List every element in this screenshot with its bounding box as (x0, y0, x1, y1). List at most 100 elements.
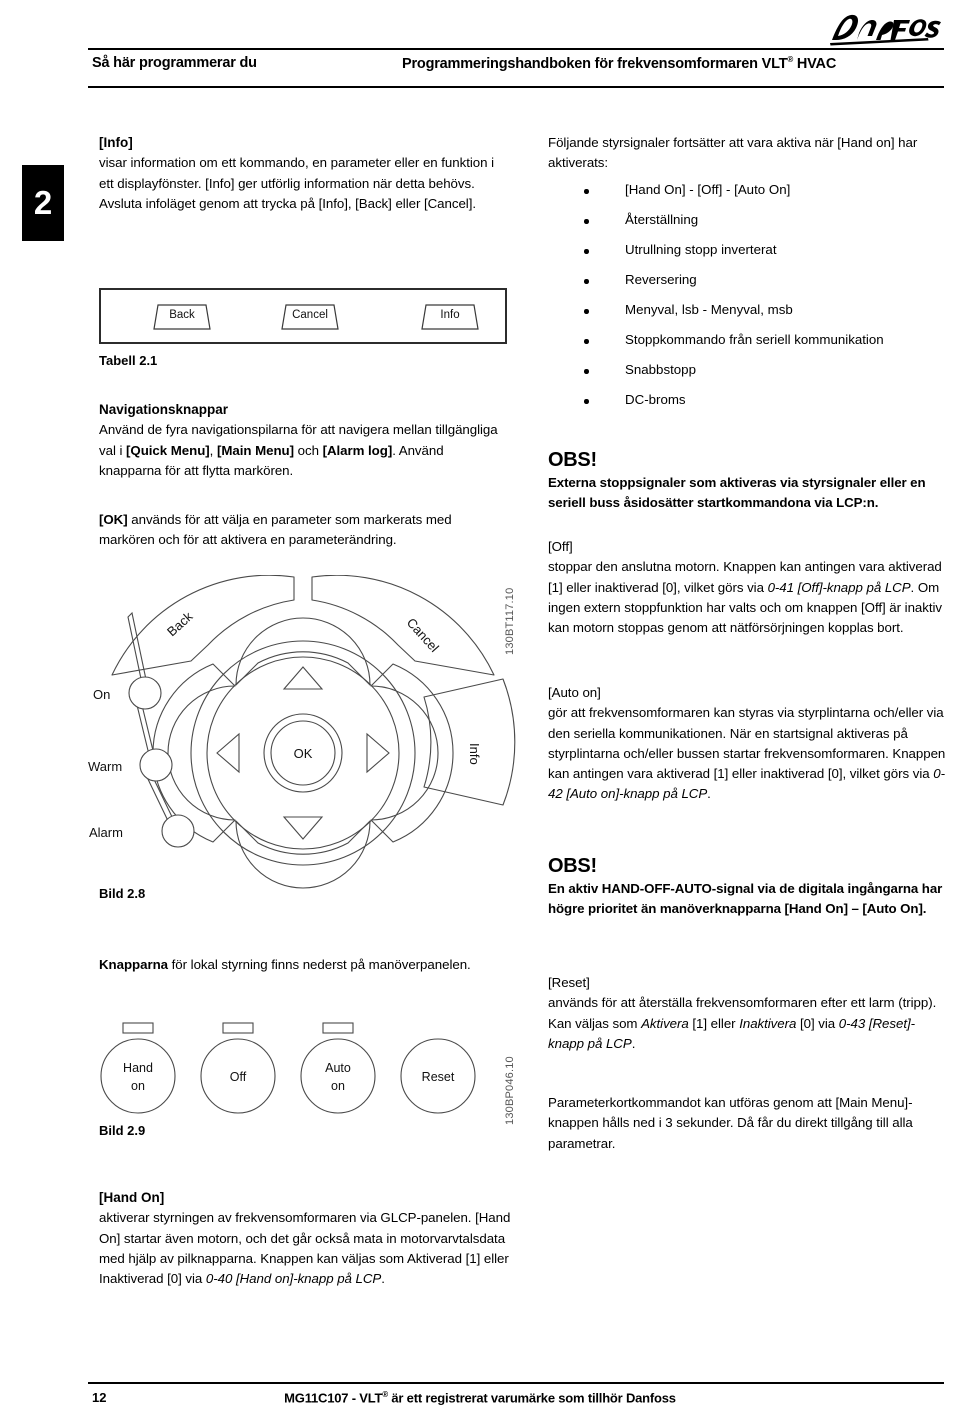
auto-on-paragraph: gör att frekvensomformaren kan styras vi… (548, 703, 948, 804)
led-warm-label: Warm (88, 759, 122, 774)
led-alarm-label: Alarm (89, 825, 123, 840)
page-header: Så här programmerar du Programmeringshan… (0, 0, 960, 100)
list-item-label: Snabbstopp (625, 362, 696, 377)
keycap-back: Back (151, 301, 213, 333)
bullet-dot-icon (584, 249, 589, 254)
figure-id-local-keys: 130BP046.10 (504, 1056, 516, 1125)
wheel-info-label: Info (467, 743, 482, 765)
list-item-label: [Hand On] - [Off] - [Auto On] (625, 182, 791, 197)
bullet-dot-icon (584, 369, 589, 374)
list-item: DC-broms (548, 390, 948, 420)
hand-on-param-ref: 0-40 [Hand on]-knapp på LCP (205, 1271, 382, 1287)
main-menu-ref: [Main Menu] (216, 442, 294, 458)
led-rect-auto-on (322, 1022, 354, 1034)
auto-para-b: . (707, 786, 711, 802)
list-item: Reversering (548, 270, 948, 300)
reset-paragraph: används för att återställa frekvensomfor… (548, 993, 948, 1054)
header-center-title: Programmeringshandboken för frekvensomfo… (402, 55, 836, 72)
wheel-cancel-key (311, 575, 495, 676)
wheel-cancel-label: Cancel (404, 615, 442, 655)
keycap-cancel-label: Cancel (292, 309, 328, 321)
wheel-back-label: Back (164, 608, 196, 639)
obs-title-1: OBS! (548, 449, 597, 471)
led-on-label: On (93, 687, 110, 702)
nav-buttons-paragraph: Använd de fyra navigationspilarna för at… (99, 420, 509, 481)
header-center-title-main: Programmeringshandboken för frekvensomfo… (402, 55, 788, 72)
key-label-hand-on-line1: Hand (123, 1061, 153, 1075)
alarm-log-ref: [Alarm log] (322, 442, 393, 458)
header-rule-top (88, 48, 944, 50)
header-left-title: Så här programmerar du (92, 55, 257, 71)
led-rect-off (222, 1022, 254, 1034)
list-item: Menyval, lsb - Menyval, msb (548, 300, 948, 330)
arrow-up-icon (282, 666, 324, 690)
param-shortcut-paragraph: Parameterkortkommandot kan utföras genom… (548, 1095, 913, 1151)
chapter-tab: 2 (22, 165, 64, 241)
quick-menu-ref: [Quick Menu] (126, 442, 210, 458)
info-heading: [Info] (99, 135, 133, 150)
knapparna-bold: Knapparna (99, 957, 169, 972)
reset-mid-2: [0] via (796, 1015, 839, 1031)
bullet-dot-icon (584, 189, 589, 194)
bullet-dot-icon (584, 279, 589, 284)
key-circle-auto-on (300, 1038, 376, 1114)
key-label-auto-on-line1: Auto (325, 1061, 351, 1075)
key-circle-hand-on (100, 1038, 176, 1114)
list-item-label: Stoppkommando från seriell kommunikation (625, 332, 884, 347)
reset-heading: [Reset] (548, 975, 590, 990)
list-item-label: Menyval, lsb - Menyval, msb (625, 302, 793, 317)
local-control-keys-figure: Hand on Off Auto on Reset (95, 1020, 505, 1120)
ok-paragraph-rest: används för att välja en parameter som m… (99, 512, 452, 548)
footer-tail: är ett registrerat varumärke som tillhör… (387, 1390, 676, 1406)
hand-on-paragraph: aktiverar styrningen av frekvensomformar… (99, 1208, 519, 1289)
danfoss-logo (824, 6, 942, 50)
obs-body-1: Externa stoppsignaler som aktiveras via … (548, 475, 926, 511)
pad-right (370, 663, 454, 843)
info-paragraph-2: Avsluta infoläget genom att trycka på [I… (99, 195, 476, 211)
footer-rule (88, 1382, 944, 1384)
bullet-dot-icon (584, 399, 589, 404)
obs-body-2: En aktiv HAND-OFF-AUTO-signal via de dig… (548, 881, 943, 917)
obs-title-2: OBS! (548, 855, 597, 877)
keycap-illustration-box: Back Cancel Info (99, 288, 507, 344)
reset-aktivera: Aktivera (641, 1015, 689, 1031)
footer-trademark-note: MG11C107 - VLT® är ett registrerat varum… (0, 1390, 960, 1405)
footer-doc-code: MG11C107 - VLT (284, 1390, 383, 1406)
nav-buttons-heading: Navigationsknappar (99, 402, 229, 417)
wheel-ok-label: OK (294, 746, 313, 761)
off-param-ref: 0-41 [Off]-knapp på LCP (767, 579, 911, 595)
list-item: Stoppkommando från seriell kommunikation (548, 330, 948, 360)
reset-para-b: . (631, 1035, 636, 1051)
header-center-title-tail: HVAC (793, 55, 837, 72)
bullet-dot-icon (584, 309, 589, 314)
key-label-hand-on-line2: on (131, 1079, 145, 1093)
nav-och: och (293, 442, 323, 458)
led-rect-hand-on (122, 1022, 154, 1034)
list-item: Snabbstopp (548, 360, 948, 390)
keycap-info-label: Info (440, 309, 460, 321)
hand-on-para-b: . (381, 1271, 385, 1287)
nav-comma: , (209, 442, 217, 458)
arrow-down-icon (282, 816, 324, 840)
figure-id-nav-wheel: 130BT117.10 (504, 587, 516, 655)
reset-inaktivera: Inaktivera (739, 1015, 797, 1031)
arrow-left-icon (216, 732, 240, 774)
table-caption: Tabell 2.1 (99, 353, 158, 368)
wheel-back-key (111, 575, 295, 676)
reset-mid-1: [1] eller (688, 1015, 740, 1031)
list-item-label: Återställning (625, 212, 699, 227)
arrow-right-icon (366, 732, 390, 774)
list-item: [Hand On] - [Off] - [Auto On] (548, 180, 948, 210)
header-rule-bottom (88, 86, 944, 88)
keycap-info: Info (419, 301, 481, 333)
bullet-dot-icon (584, 339, 589, 344)
bullet-dot-icon (584, 219, 589, 224)
list-item: Utrullning stopp inverterat (548, 240, 948, 270)
off-heading: [Off] (548, 539, 573, 554)
list-item-label: Utrullning stopp inverterat (625, 242, 777, 257)
key-label-off: Off (230, 1070, 247, 1084)
led-warm-indicator (139, 748, 173, 782)
figure-2-9-caption: Bild 2.9 (99, 1123, 146, 1138)
keycap-cancel: Cancel (279, 301, 341, 333)
led-alarm-indicator (161, 814, 195, 848)
